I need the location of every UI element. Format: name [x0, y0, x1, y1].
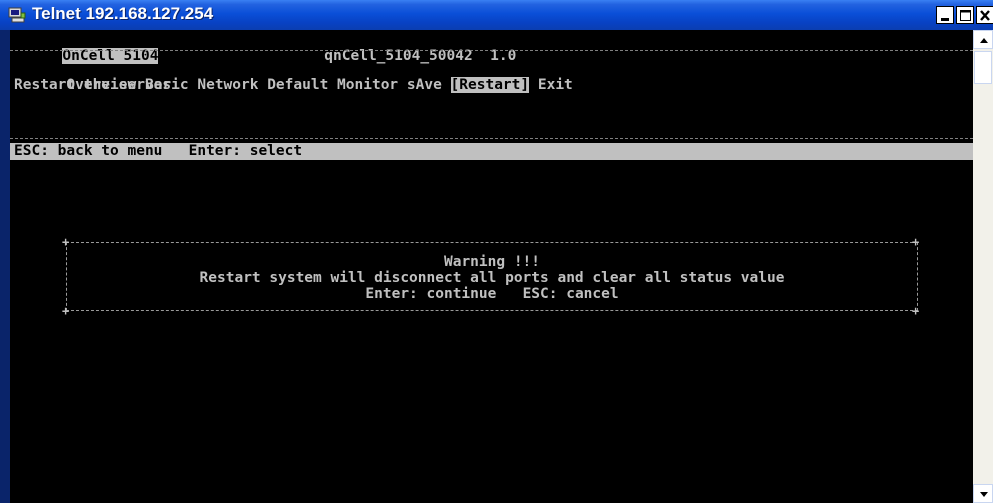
menu-divider — [10, 138, 973, 139]
menu-item-exit[interactable]: Exit — [538, 77, 573, 93]
scroll-up-button[interactable] — [973, 30, 993, 49]
menu-item-default[interactable]: Default — [267, 77, 328, 93]
scroll-thumb[interactable] — [974, 51, 992, 84]
dialog-corner: + — [62, 304, 70, 318]
dialog-corner: + — [912, 304, 920, 318]
telnet-terminal-icon — [8, 7, 26, 23]
cancel-hint[interactable]: ESC: cancel — [523, 286, 619, 302]
dialog-message: Restart system will disconnect all ports… — [199, 270, 785, 286]
menu-item-monitor[interactable]: Monitor — [337, 77, 398, 93]
minimize-button[interactable] — [936, 6, 954, 24]
main-menu: Overview Basic Network Default Monitor s… — [14, 61, 573, 93]
dialog-corner: + — [62, 235, 70, 249]
menu-item-restart[interactable]: [Restart] — [450, 77, 530, 93]
continue-hint[interactable]: Enter: continue — [365, 286, 496, 302]
header-line: OnCell 5104 qnCell_5104_50042 1.0 — [10, 32, 516, 64]
menu-description: Restart the server — [14, 77, 172, 93]
window-title: Telnet 192.168.127.254 — [32, 4, 214, 23]
terminal-console[interactable]: OnCell 5104 qnCell_5104_50042 1.0 Overvi… — [10, 30, 973, 503]
warning-dialog: + + + + Warning !!! Restart system will … — [62, 236, 919, 317]
close-button[interactable] — [976, 6, 993, 24]
menu-item-save[interactable]: sAve — [407, 77, 442, 93]
enter-hint: Enter: select — [188, 143, 303, 159]
vertical-scrollbar[interactable] — [973, 30, 993, 503]
header-divider — [10, 50, 973, 51]
dialog-title: Warning !!! — [443, 254, 541, 270]
maximize-button[interactable] — [956, 6, 974, 24]
key-hint-bar: ESC: back to menu Enter: select — [10, 143, 973, 160]
scroll-down-button[interactable] — [973, 484, 993, 503]
dialog-actions: Enter: continue ESC: cancel — [66, 286, 918, 302]
dialog-corner: + — [912, 235, 920, 249]
telnet-window: Telnet 192.168.127.254 OnCell 5104 qnCel… — [0, 0, 993, 503]
menu-item-network[interactable]: Network — [197, 77, 258, 93]
esc-hint: ESC: back to menu — [14, 143, 163, 159]
title-bar[interactable]: Telnet 192.168.127.254 — [0, 0, 993, 30]
arrow-down-icon — [974, 491, 993, 503]
